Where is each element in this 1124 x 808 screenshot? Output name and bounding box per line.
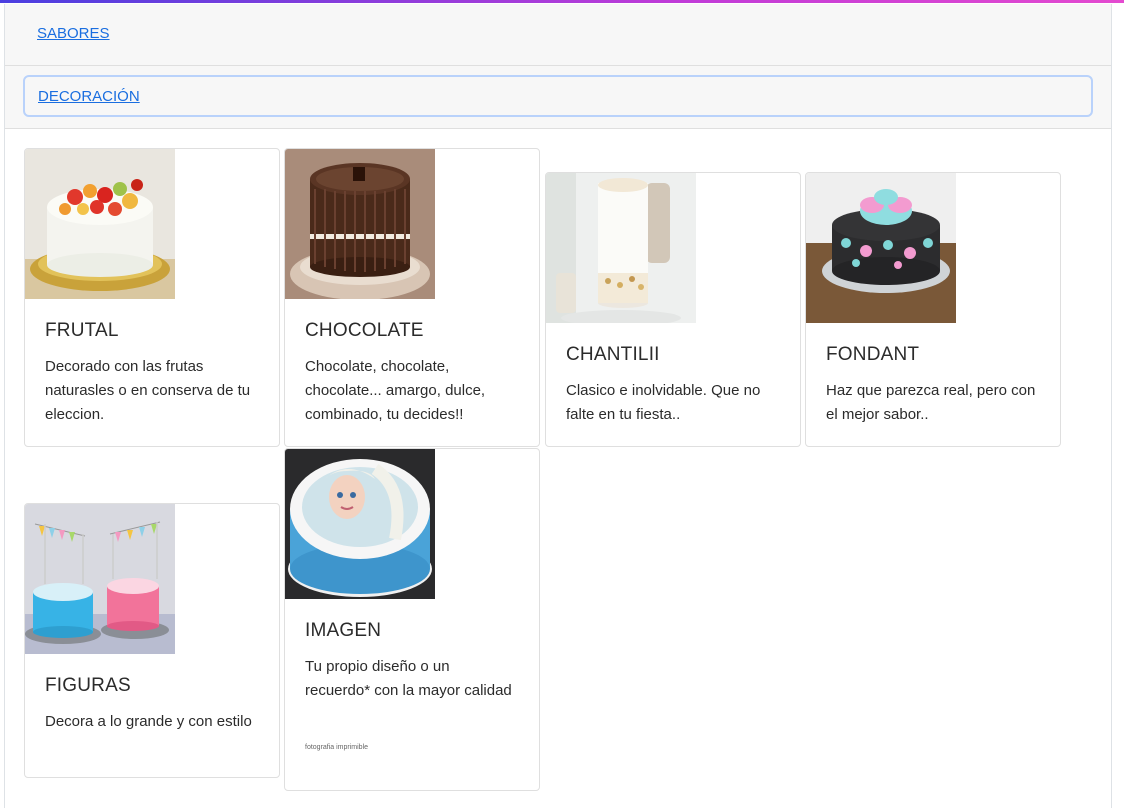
card-text: Decora a lo grande y con estilo	[45, 713, 252, 730]
card-imagen: IMAGEN Tu propio diseño o un recuerdo* c…	[284, 448, 540, 791]
card-title: IMAGEN	[305, 620, 382, 641]
chantilly-cake-image	[546, 173, 696, 323]
card-title: FRUTAL	[45, 320, 119, 341]
top-accent-line	[0, 0, 1124, 3]
sabores-link[interactable]: SABORES	[37, 25, 110, 42]
card-figuras: FIGURAS Decora a lo grande y con estilo	[24, 503, 280, 778]
card-footnote: fotografia imprimible	[305, 744, 369, 751]
fondant-cake-image	[806, 173, 956, 323]
fruit-cake-image	[25, 149, 175, 299]
card-text: Chocolate, chocolate, chocolate... amarg…	[305, 358, 486, 423]
card-title: FIGURAS	[45, 675, 131, 696]
accordion-header-decoracion[interactable]: DECORACIÓN	[5, 66, 1111, 129]
card-title: CHANTILII	[566, 344, 660, 365]
card-title: CHOCOLATE	[305, 320, 424, 341]
card-text: Haz que parezca real, pero con el mejor …	[826, 382, 1036, 423]
card-text: Decorado con las frutas naturasles o en …	[45, 358, 251, 423]
card-chocolate: CHOCOLATE Chocolate, chocolate, chocolat…	[284, 148, 540, 447]
figures-cake-image	[25, 504, 175, 654]
decoracion-link[interactable]: DECORACIÓN	[38, 88, 140, 105]
card-text: Clasico e inolvidable. Que no falte en t…	[566, 382, 761, 423]
card-frutal: FRUTAL Decorado con las frutas naturasle…	[24, 148, 280, 447]
printed-image-cake-image	[285, 449, 435, 599]
card-chantilii: CHANTILII Clasico e inolvidable. Que no …	[545, 172, 801, 447]
chocolate-cake-image	[285, 149, 435, 299]
accordion-header-sabores[interactable]: SABORES	[5, 4, 1111, 66]
card-fondant: FONDANT Haz que parezca real, pero con e…	[805, 172, 1061, 447]
card-text: Tu propio diseño o un recuerdo* con la m…	[305, 658, 512, 699]
card-title: FONDANT	[826, 344, 920, 365]
decoracion-focus-box[interactable]: DECORACIÓN	[23, 75, 1093, 117]
